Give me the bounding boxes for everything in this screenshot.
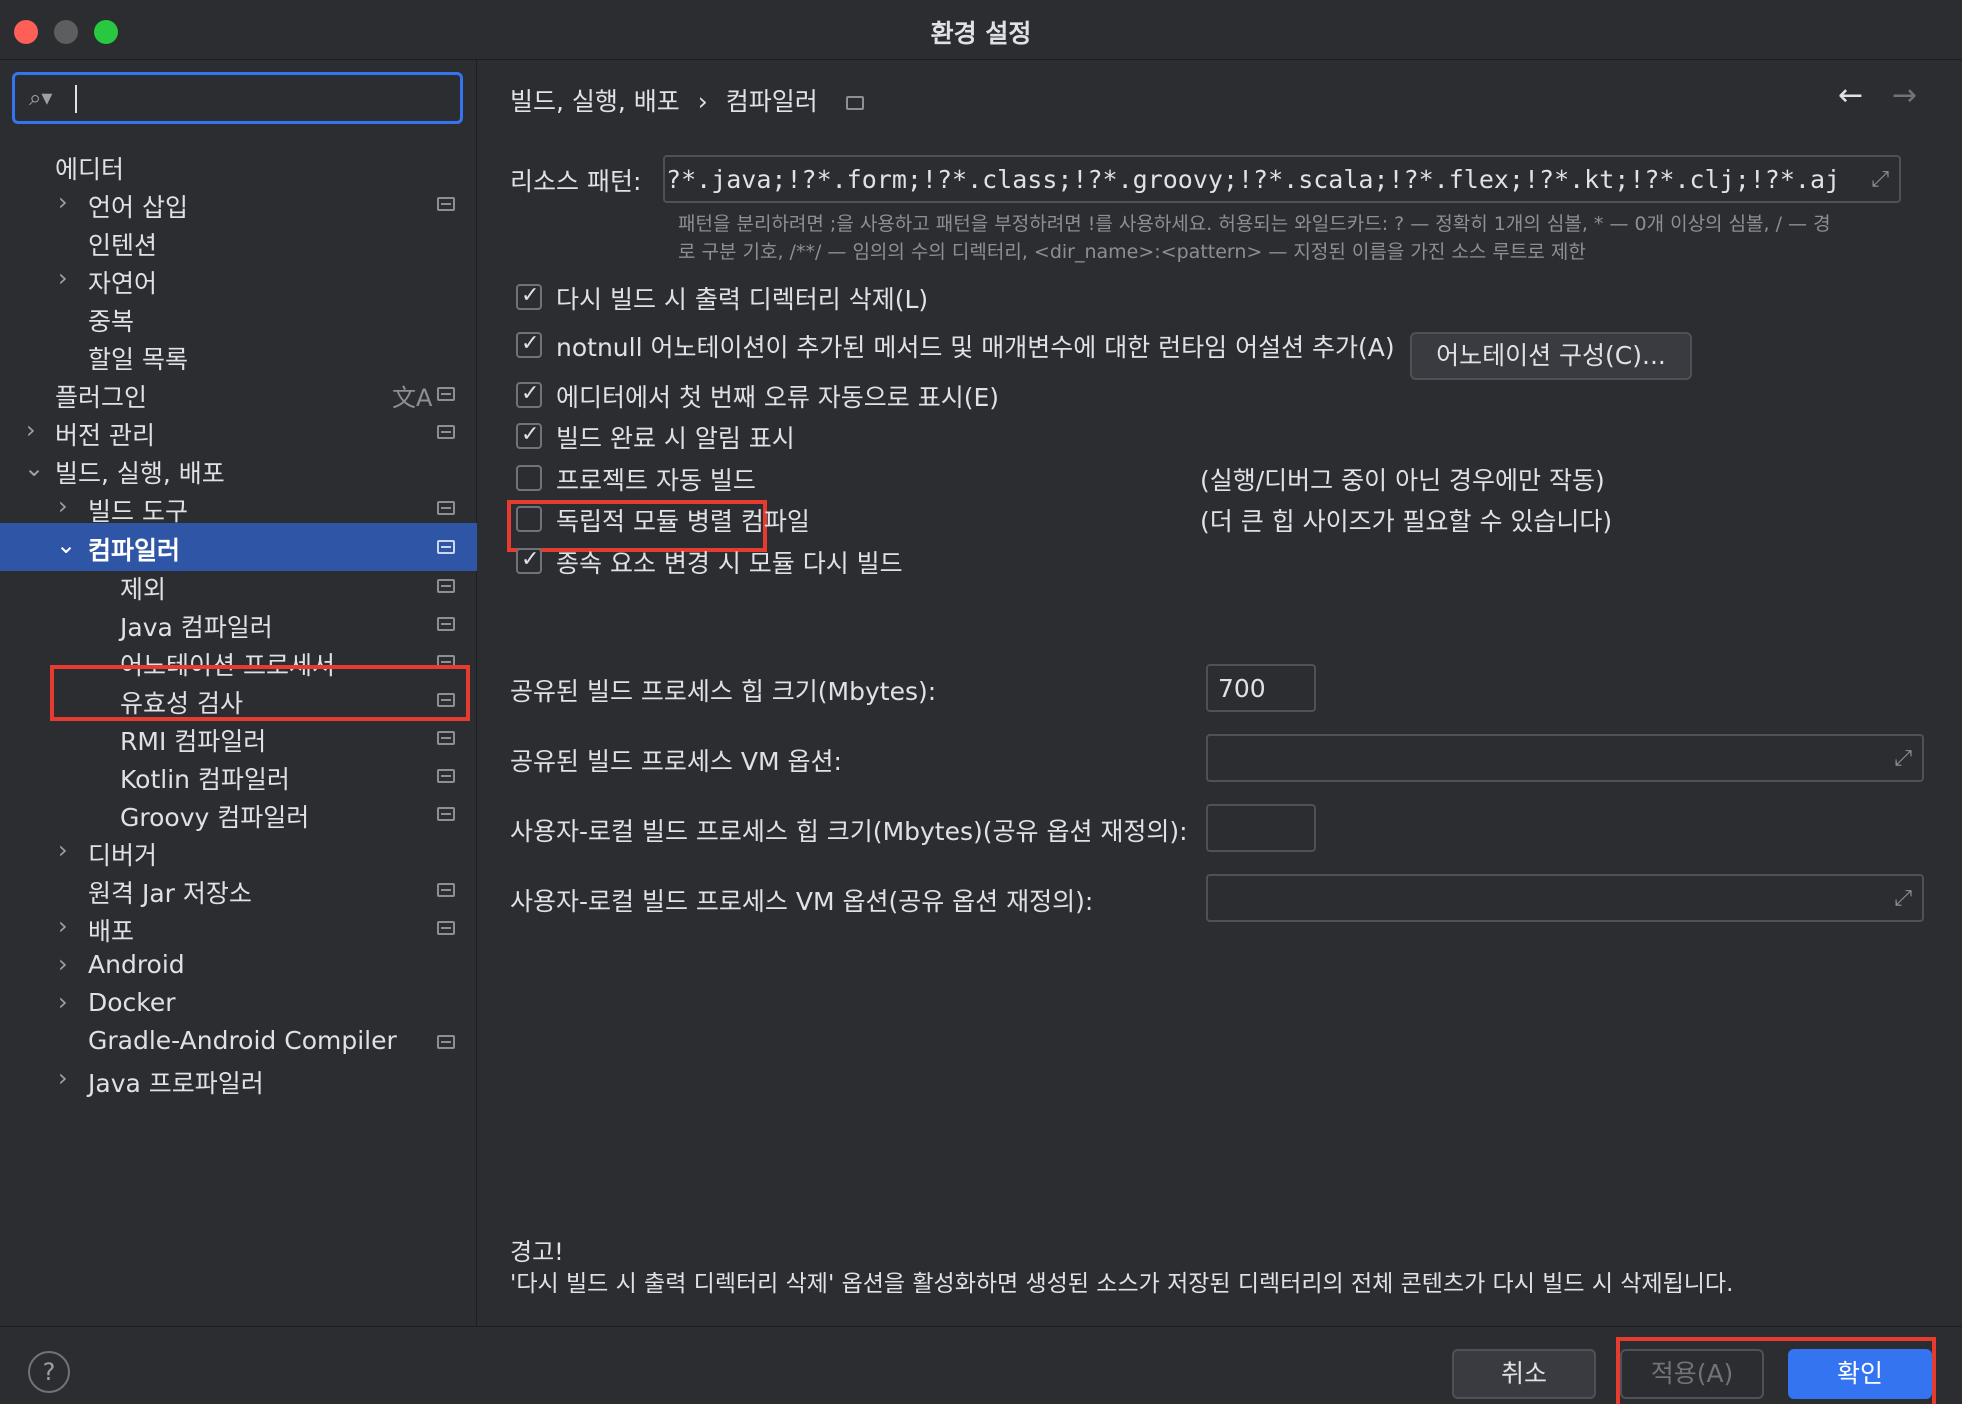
expand-icon[interactable]: ⤢ [1865,167,1889,192]
project-settings-icon [437,731,455,745]
resource-patterns-value: !?*.java;!?*.form;!?*.class;!?*.groovy;!… [663,165,1841,194]
checkbox-label: 프로젝트 자동 빌드 [556,466,756,495]
forward-arrow-icon[interactable]: → [1892,78,1917,113]
project-settings-icon [437,617,455,631]
project-settings-icon [437,769,455,783]
chevron-right-icon[interactable]: › [58,912,68,940]
expand-icon[interactable]: ⤢ [1888,746,1912,771]
hint-line: 패턴을 분리하려면 ;을 사용하고 패턴을 부정하려면 !를 사용하세요. 허용… [678,213,1831,235]
title-bar: 환경 설정 [0,0,1962,60]
dialog-footer: ? 취소 적용(A) 확인 [0,1326,1962,1404]
user-local-heap-size-input[interactable] [1206,804,1316,852]
auto-build-note: (실행/디버그 중이 아닌 경우에만 작동) [1200,466,1605,495]
shared-vm-options-input[interactable]: ⤢ [1206,734,1924,782]
settings-content: 빌드, 실행, 배포 › 컴파일러 ← → 리소스 패턴: !?*.java;!?*… [478,60,1962,1326]
highlight-outline-apply-ok [1616,1337,1936,1404]
user-local-vm-options-input[interactable]: ⤢ [1206,874,1924,922]
expand-icon[interactable]: ⤢ [1888,886,1912,911]
settings-sidebar: ⌕▾ 에디터 › 언어 삽입 인텐션 › 자연어 중복 할일 목록 플러그인 文… [0,60,477,1326]
shared-heap-size-label: 공유된 빌드 프로세스 힙 크기(Mbytes): [510,677,937,706]
resource-patterns-hint: 패턴을 분리하려면 ;을 사용하고 패턴을 부정하려면 !를 사용하세요. 허용… [678,210,1908,266]
cancel-button[interactable]: 취소 [1452,1349,1596,1399]
sidebar-item-label: Java 프로파일러 [88,1069,264,1098]
checkbox-label: notnull 어노테이션이 추가된 메서드 및 매개변수에 대한 런타임 어설… [556,333,1395,362]
checkbox-label: 다시 빌드 시 출력 디렉터리 삭제(L) [556,285,929,314]
breadcrumb-current: 컴파일러 [725,87,818,116]
checkbox[interactable] [516,465,542,491]
checkbox[interactable] [516,506,542,532]
resource-patterns-input[interactable]: !?*.java;!?*.form;!?*.class;!?*.groovy;!… [663,155,1901,203]
project-settings-icon [437,501,455,515]
chevron-right-icon[interactable]: › [58,188,68,216]
chevron-right-icon[interactable]: › [26,416,36,444]
search-icon: ⌕▾ [29,86,53,111]
highlight-outline-compiler [50,665,470,721]
project-settings-icon [437,921,455,935]
checkbox[interactable] [516,331,542,358]
parallel-compile-note: (더 큰 힙 사이즈가 필요할 수 있습니다) [1200,507,1613,536]
sidebar-item-label: Docker [88,988,176,1017]
breadcrumb-separator: › [697,87,708,116]
chevron-right-icon[interactable]: › [58,988,68,1016]
breadcrumb-parent[interactable]: 빌드, 실행, 배포 [510,87,680,116]
checkbox[interactable] [516,381,542,408]
project-settings-icon [437,883,455,897]
project-settings-icon [437,579,455,593]
chevron-down-icon[interactable]: ⌄ [24,454,44,482]
chevron-right-icon[interactable]: › [58,836,68,864]
project-settings-icon [437,387,455,401]
checkbox[interactable] [516,547,542,574]
text-cursor [75,85,77,113]
sidebar-item-label: Gradle-Android Compiler [88,1026,397,1055]
user-local-heap-size-label: 사용자-로컬 빌드 프로세스 힙 크기(Mbytes)(공유 옵션 재정의): [510,817,1188,846]
checkbox[interactable] [516,422,542,449]
shared-heap-size-value: 700 [1218,674,1266,703]
project-settings-icon [437,1035,455,1049]
window-title: 환경 설정 [930,19,1032,48]
sidebar-item-java-profiler[interactable]: › Java 프로파일러 [0,1056,477,1104]
hint-line: 로 구분 기호, /**/ — 임의의 수의 디렉터리, <dir_name>:… [678,241,1586,263]
checkbox-label: 종속 요소 변경 시 모듈 다시 빌드 [556,549,903,578]
search-input[interactable]: ⌕▾ [12,72,463,124]
checkbox[interactable] [516,283,542,310]
project-settings-icon [437,540,455,554]
checkbox-label: 에디터에서 첫 번째 오류 자동으로 표시(E) [556,383,1000,412]
breadcrumb: 빌드, 실행, 배포 › 컴파일러 [510,82,882,118]
back-arrow-icon[interactable]: ← [1838,78,1863,113]
user-local-vm-options-label: 사용자-로컬 빌드 프로세스 VM 옵션(공유 옵션 재정의): [510,887,1094,916]
shared-vm-options-label: 공유된 빌드 프로세스 VM 옵션: [510,747,842,776]
configure-annotations-button[interactable]: 어노테이션 구성(C)... [1410,332,1692,380]
project-settings-icon [845,96,864,110]
warning-body: '다시 빌드 시 출력 디렉터리 삭제' 옵션을 활성화하면 생성된 소스가 저… [510,1271,1734,1297]
help-button[interactable]: ? [28,1351,70,1393]
chevron-right-icon[interactable]: › [58,264,68,292]
chevron-right-icon[interactable]: › [58,1064,68,1092]
resource-patterns-label: 리소스 패턴: [510,167,642,196]
project-settings-icon [437,425,455,439]
checkbox-label: 빌드 완료 시 알림 표시 [556,424,795,453]
chevron-down-icon[interactable]: ⌄ [56,531,76,559]
checkbox-label: 독립적 모듈 병렬 컴파일 [556,507,810,536]
project-settings-icon [437,197,455,211]
warning-title: 경고! [510,1238,564,1266]
shared-heap-size-input[interactable]: 700 [1206,664,1316,712]
project-settings-icon [437,807,455,821]
chevron-right-icon[interactable]: › [58,950,68,978]
chevron-right-icon[interactable]: › [58,492,68,520]
sidebar-item-label: Android [88,950,185,979]
